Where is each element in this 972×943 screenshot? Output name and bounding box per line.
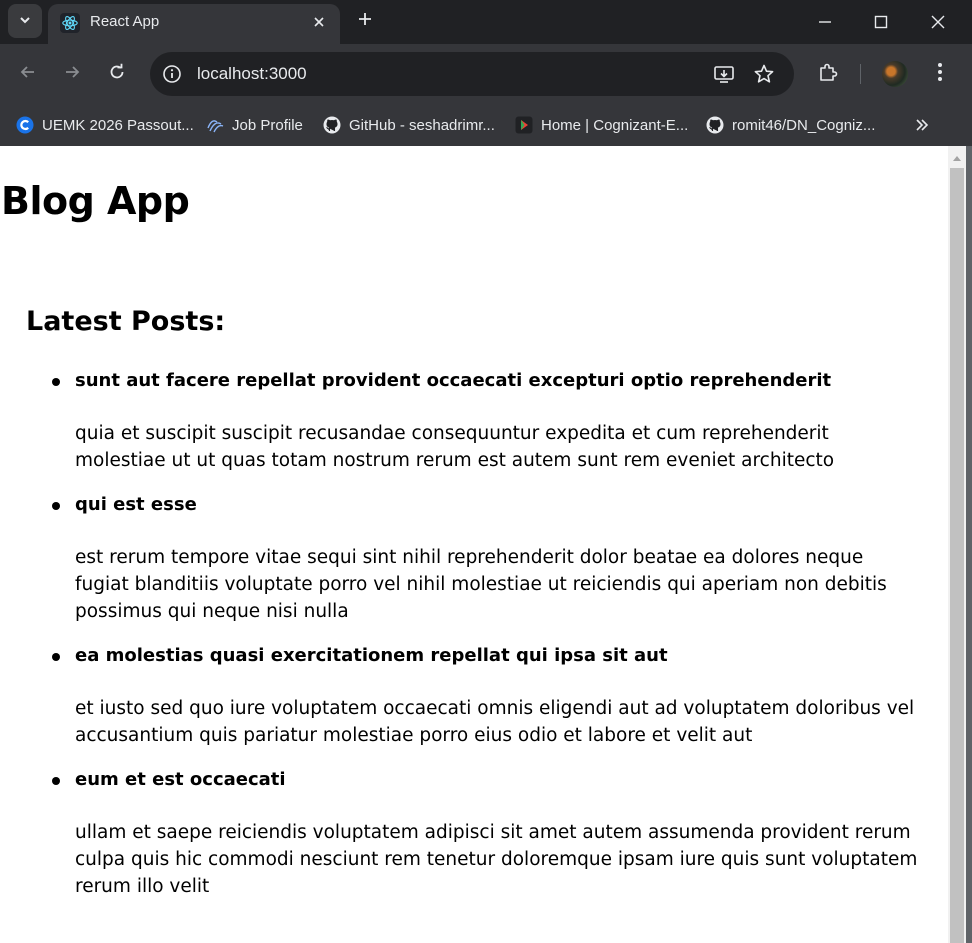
- page-content: Blog App Latest Posts: sunt aut facere r…: [0, 146, 948, 943]
- bullet: [52, 502, 60, 510]
- back-button[interactable]: [14, 60, 42, 88]
- window-edge: [966, 146, 972, 943]
- double-chevron-right-icon: [915, 117, 929, 136]
- post-body: et iusto sed quo iure voluptatem occaeca…: [75, 698, 915, 746]
- plus-icon: [357, 11, 373, 31]
- post-title: ea molestias quasi exercitationem repell…: [75, 645, 668, 666]
- menu-button[interactable]: [926, 60, 954, 88]
- list-item: ea molestias quasi exercitationem repell…: [52, 645, 922, 749]
- reload-button[interactable]: [103, 60, 131, 88]
- arrow-left-icon: [19, 63, 37, 85]
- forward-button[interactable]: [58, 60, 86, 88]
- bookmark-star-icon[interactable]: [752, 62, 776, 86]
- react-logo-icon: [60, 13, 80, 33]
- address-bar[interactable]: localhost:3000: [150, 52, 794, 96]
- c-circle-icon: [16, 116, 34, 134]
- tab-title: React App: [90, 13, 160, 30]
- post-title: sunt aut facere repellat provident occae…: [75, 370, 832, 391]
- bullet: [52, 378, 60, 386]
- post-body: quia et suscipit suscipit recusandae con…: [75, 423, 835, 471]
- post-body: ullam et saepe reiciendis voluptatem adi…: [75, 822, 918, 897]
- maximize-button[interactable]: [869, 10, 893, 34]
- bookmark-label: Home | Cognizant-E...: [541, 116, 689, 134]
- list-item: qui est esse est rerum tempore vitae seq…: [52, 494, 922, 625]
- close-window-button[interactable]: [926, 10, 950, 34]
- bookmark-item[interactable]: romit46/DN_Cogniz...: [706, 112, 875, 138]
- play-icon: [515, 116, 533, 134]
- github-icon: [323, 116, 341, 134]
- profile-avatar[interactable]: [882, 61, 908, 87]
- bookmark-item[interactable]: Job Profile: [206, 112, 303, 138]
- scrollbar-thumb[interactable]: [950, 168, 964, 943]
- post-title: qui est esse: [75, 494, 197, 515]
- new-tab-button[interactable]: [352, 8, 378, 34]
- swirl-icon: [206, 116, 224, 134]
- more-vertical-icon: [937, 62, 943, 86]
- tab-strip: React App: [0, 0, 972, 44]
- bookmarks-bar: UEMK 2026 Passout... Job Profile GitHub …: [0, 104, 972, 146]
- install-app-icon[interactable]: [712, 62, 736, 86]
- more-bookmarks-button[interactable]: [910, 114, 934, 138]
- bookmark-item[interactable]: Home | Cognizant-E...: [515, 112, 688, 138]
- list-item: sunt aut facere repellat provident occae…: [52, 370, 922, 474]
- post-body: est rerum tempore vitae sequi sint nihil…: [75, 547, 887, 622]
- close-tab-icon[interactable]: [310, 13, 328, 31]
- bullet: [52, 653, 60, 661]
- bullet: [52, 777, 60, 785]
- minimize-button[interactable]: [813, 10, 837, 34]
- extensions-button[interactable]: [814, 60, 842, 88]
- bookmark-label: romit46/DN_Cogniz...: [732, 116, 876, 134]
- posts-list: sunt aut facere repellat provident occae…: [52, 370, 922, 920]
- scroll-up-arrow-icon[interactable]: [948, 150, 966, 166]
- chevron-down-icon: [18, 12, 32, 31]
- page-title: Blog App: [1, 179, 190, 223]
- toolbar-separator: [860, 64, 861, 84]
- tab-search-button[interactable]: [8, 4, 42, 38]
- arrow-right-icon: [63, 63, 81, 85]
- list-item: eum et est occaecati ullam et saepe reic…: [52, 769, 922, 900]
- section-title: Latest Posts:: [26, 306, 226, 337]
- github-icon: [706, 116, 724, 134]
- bookmark-label: GitHub - seshadrimr...: [349, 116, 495, 134]
- bookmark-item[interactable]: GitHub - seshadrimr...: [323, 112, 495, 138]
- bookmark-label: Job Profile: [232, 116, 303, 134]
- url-text[interactable]: localhost:3000: [197, 64, 307, 84]
- puzzle-icon: [817, 61, 839, 87]
- bookmark-label: UEMK 2026 Passout...: [42, 116, 194, 134]
- tab-active[interactable]: React App: [48, 4, 340, 44]
- site-info-icon[interactable]: [160, 62, 184, 86]
- bookmark-item[interactable]: UEMK 2026 Passout...: [16, 112, 194, 138]
- vertical-scrollbar[interactable]: [948, 146, 966, 943]
- post-title: eum et est occaecati: [75, 769, 286, 790]
- reload-icon: [108, 63, 126, 85]
- browser-toolbar: localhost:3000: [0, 44, 972, 104]
